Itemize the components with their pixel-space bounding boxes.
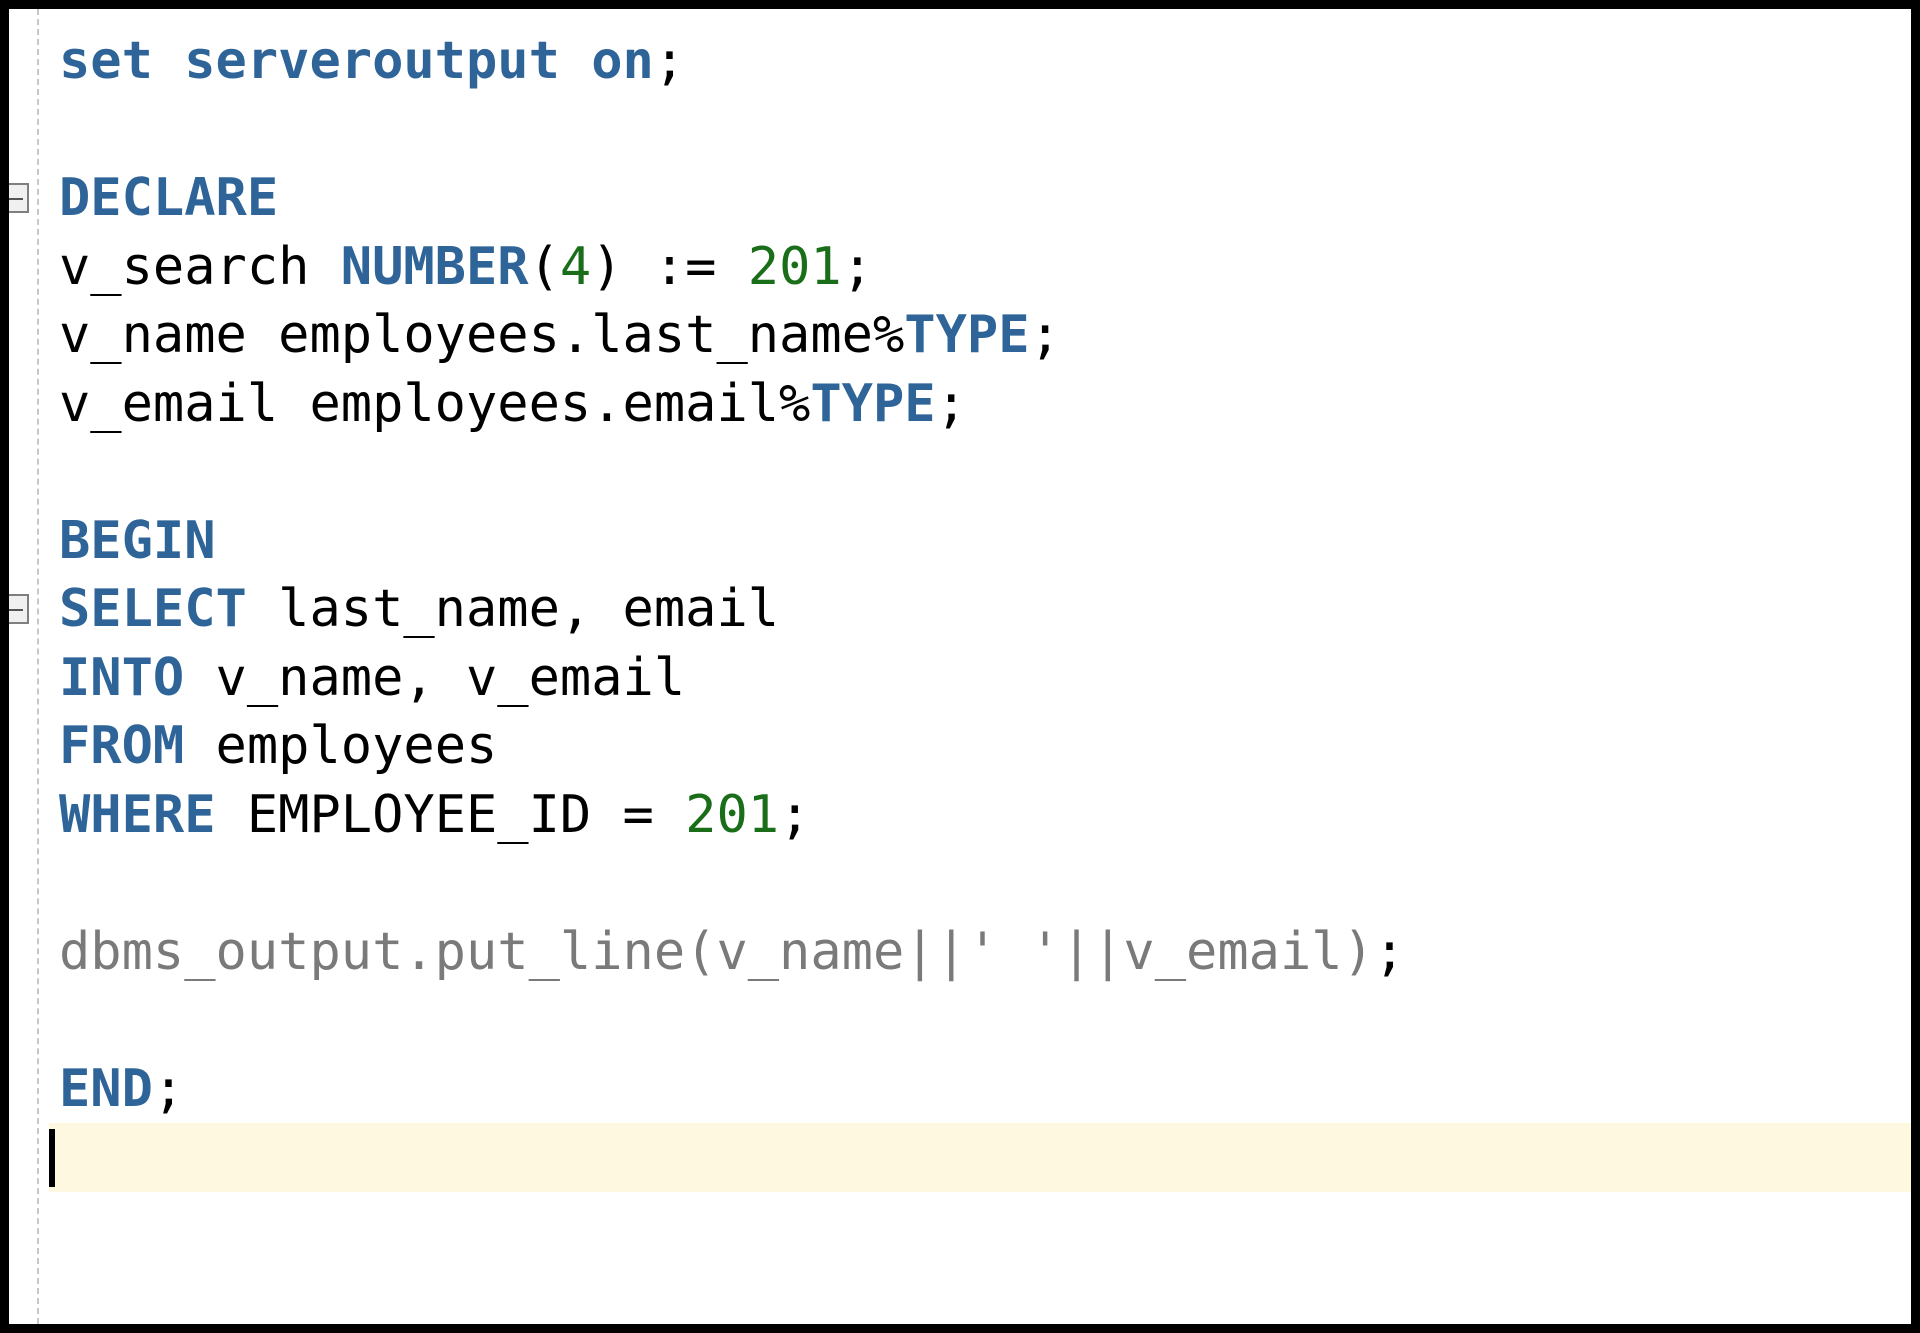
keyword-token: INTO	[59, 647, 185, 708]
code-line[interactable]: set serveroutput on;	[59, 27, 1911, 96]
keyword-token: END	[59, 1058, 153, 1119]
code-line[interactable]	[59, 96, 1911, 165]
code-token: (	[528, 236, 560, 297]
text-cursor	[49, 1129, 55, 1187]
code-line[interactable]: INTO v_name, v_email	[59, 644, 1911, 713]
keyword-token: SELECT	[59, 579, 247, 639]
code-area[interactable]: set serveroutput on; DECLARE v_search NUMB…	[49, 27, 1911, 1192]
fold-toggle-icon[interactable]	[9, 594, 29, 625]
code-line[interactable]	[59, 438, 1911, 507]
code-editor[interactable]: set serveroutput on; DECLARE v_search NUMB…	[0, 0, 1920, 1333]
code-line[interactable]	[59, 986, 1911, 1055]
code-token: employees	[184, 716, 498, 776]
code-token: last_name, email	[246, 579, 780, 639]
code-token: v_search	[59, 236, 341, 297]
keyword-token: FROM	[59, 716, 185, 776]
code-token: ;	[653, 31, 686, 91]
keyword-token: TYPE	[810, 373, 936, 434]
code-line[interactable]: END;	[59, 1055, 1911, 1124]
keyword-token: DECLARE	[59, 168, 279, 228]
current-line[interactable]	[49, 1123, 1911, 1192]
code-token: ;	[779, 784, 811, 845]
keyword-token: BEGIN	[59, 510, 216, 571]
code-token: EMPLOYEE_ID =	[215, 784, 686, 845]
code-token: ;	[841, 236, 874, 297]
editor-gutter[interactable]	[9, 9, 47, 1324]
code-token: ;	[935, 373, 967, 434]
code-token: ) :=	[591, 236, 748, 297]
code-token: v_name employees.last_name%	[59, 305, 905, 365]
code-line[interactable]: SELECT last_name, email	[59, 575, 1911, 644]
number-token: 4	[559, 236, 592, 297]
fold-toggle-icon[interactable]	[9, 183, 29, 214]
code-token: v_email employees.email%	[59, 373, 811, 434]
code-line[interactable]: dbms_output.put_line(v_name||' '||v_emai…	[59, 918, 1911, 987]
code-token: ;	[1373, 921, 1406, 982]
code-token: ;	[152, 1058, 185, 1119]
keyword-token: set serveroutput on	[59, 31, 654, 91]
output-call-token: dbms_output.put_line(v_name||' '||v_emai…	[59, 921, 1374, 982]
number-token: 201	[747, 236, 842, 297]
code-line[interactable]: v_search NUMBER(4) := 201;	[59, 233, 1911, 302]
code-line[interactable]: v_name employees.last_name%TYPE;	[59, 301, 1911, 370]
code-line[interactable]: FROM employees	[59, 712, 1911, 781]
code-token: v_name, v_email	[184, 647, 686, 708]
number-token: 201	[685, 784, 780, 845]
keyword-token: TYPE	[904, 305, 1030, 365]
keyword-token: NUMBER	[340, 236, 529, 297]
gutter-divider	[37, 9, 39, 1324]
code-line[interactable]: DECLARE	[59, 164, 1911, 233]
keyword-token: WHERE	[59, 784, 216, 845]
code-line[interactable]: WHERE EMPLOYEE_ID = 201;	[59, 781, 1911, 850]
code-token: ;	[1029, 305, 1061, 365]
code-line[interactable]	[59, 849, 1911, 918]
code-line[interactable]: BEGIN	[59, 507, 1911, 576]
code-line[interactable]: v_email employees.email%TYPE;	[59, 370, 1911, 439]
